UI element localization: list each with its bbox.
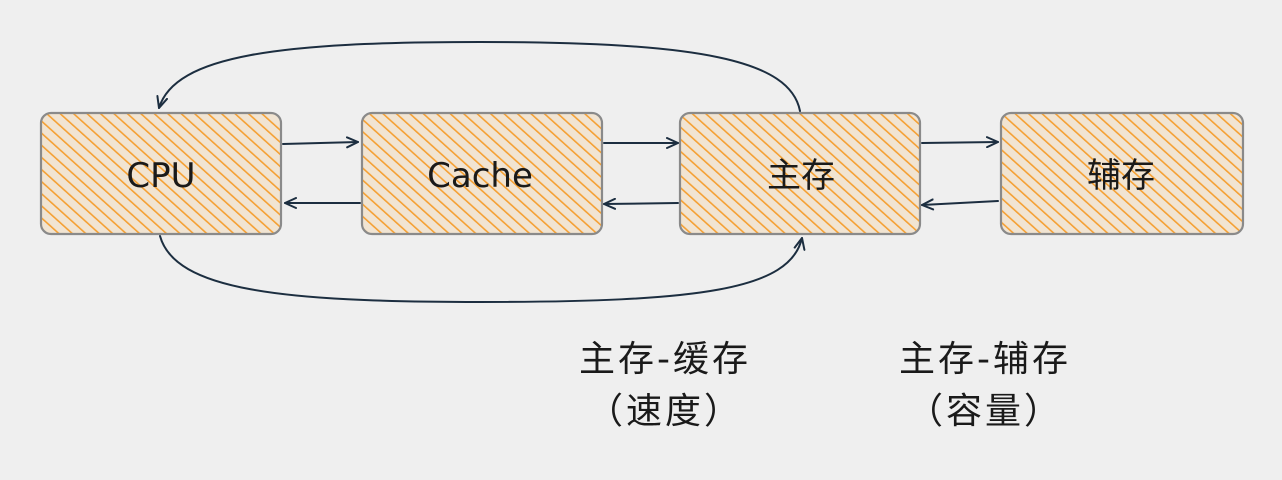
main-memory-node: 主存 — [678, 111, 922, 236]
arrow-main-to-secondary — [921, 136, 999, 149]
cache-node: Cache — [360, 111, 604, 236]
main-memory-label: 主存 — [767, 156, 835, 196]
arrow-main-to-cache — [603, 197, 679, 210]
caption-main-cache-line2: （速度） — [586, 391, 743, 432]
caption-main-cache: 主存-缓存 （速度） — [540, 334, 790, 438]
arrow-main-to-cpu-top — [156, 40, 801, 112]
diagram-canvas: CPU Cache 主存 辅存 主存-缓存 （速度） 主存-辅存 （容量） — [0, 0, 1282, 480]
caption-main-cache-line1: 主存-缓存 — [579, 339, 751, 380]
caption-main-secondary-line2: （容量） — [906, 391, 1063, 432]
caption-main-secondary-line1: 主存-辅存 — [899, 339, 1071, 380]
arrow-cpu-to-cache — [282, 136, 359, 149]
secondary-storage-node: 辅存 — [999, 111, 1245, 236]
secondary-storage-label: 辅存 — [1087, 156, 1155, 196]
arrow-cpu-to-main-bottom — [159, 235, 806, 304]
cpu-node: CPU — [39, 111, 283, 236]
arrow-secondary-to-main — [921, 198, 999, 211]
cache-label: Cache — [427, 156, 533, 196]
caption-main-secondary: 主存-辅存 （容量） — [860, 334, 1110, 438]
cpu-label: CPU — [126, 156, 195, 196]
